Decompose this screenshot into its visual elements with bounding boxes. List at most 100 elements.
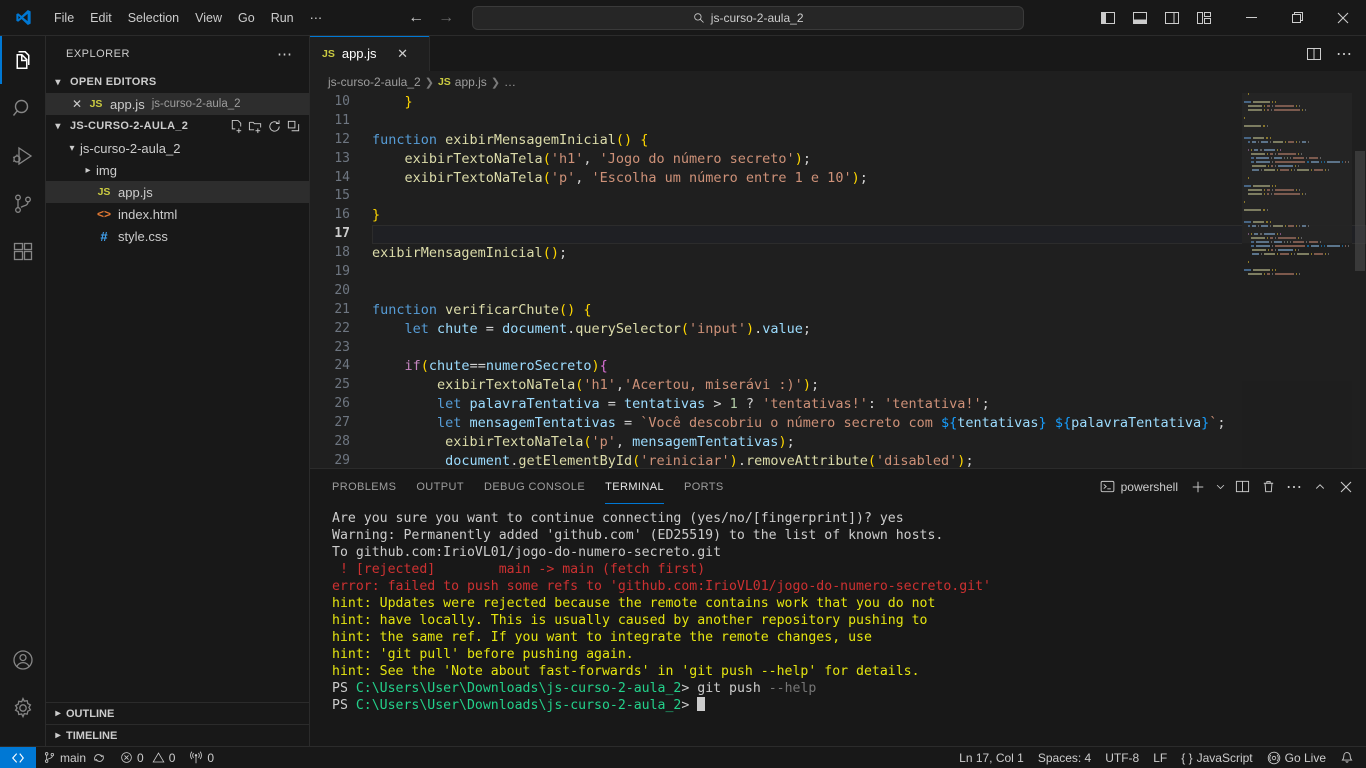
new-file-icon[interactable] — [229, 119, 244, 134]
command-center[interactable]: js-curso-2-aula_2 — [472, 5, 1025, 30]
terminal-instance[interactable]: powershell — [1100, 479, 1184, 494]
breadcrumb-folder[interactable]: js-curso-2-aula_2 — [328, 75, 421, 89]
menu-edit[interactable]: Edit — [82, 8, 120, 28]
status-notifications[interactable] — [1333, 747, 1366, 768]
code-line[interactable]: function exibirMensagemInicial() { — [372, 131, 1366, 150]
tab-problems[interactable]: PROBLEMS — [322, 469, 406, 504]
code-line[interactable]: exibirTextoNaTela('h1', 'Jogo do número … — [372, 150, 1366, 169]
code-line[interactable] — [372, 225, 1366, 245]
tab-ports[interactable]: PORTS — [674, 469, 734, 504]
toggle-primary-sidebar-icon[interactable] — [1094, 4, 1122, 32]
remote-window-icon[interactable] — [0, 746, 36, 768]
code-line[interactable]: document.getElementById('reiniciar').rem… — [372, 452, 1366, 468]
status-indentation[interactable]: Spaces: 4 — [1031, 747, 1098, 768]
open-editor-path: js-curso-2-aula_2 — [151, 98, 241, 110]
minimize-button[interactable] — [1228, 0, 1274, 36]
code-line[interactable]: let mensagemTentativas = `Você descobriu… — [372, 414, 1366, 433]
collapse-folders-icon[interactable] — [286, 119, 301, 134]
menu-view[interactable]: View — [187, 8, 230, 28]
menu-more[interactable]: ⋯ — [302, 7, 331, 28]
menu-file[interactable]: File — [46, 8, 82, 28]
line-number: 21 — [334, 301, 350, 317]
status-language-mode[interactable]: { } JavaScript — [1174, 747, 1259, 768]
status-cursor-position[interactable]: Ln 17, Col 1 — [952, 747, 1031, 768]
code-line[interactable]: } — [372, 206, 1366, 225]
new-terminal-icon[interactable] — [1186, 475, 1210, 499]
status-problems[interactable]: 0 0 — [113, 747, 182, 768]
activity-explorer-icon[interactable] — [0, 36, 46, 84]
breadcrumb-symbol[interactable]: … — [504, 75, 516, 89]
forward-arrow-icon[interactable]: → — [438, 9, 454, 26]
code-line[interactable] — [372, 282, 1366, 301]
menu-selection[interactable]: Selection — [120, 8, 187, 28]
refresh-explorer-icon[interactable] — [267, 119, 282, 134]
editor-scrollbar-thumb[interactable] — [1355, 151, 1365, 271]
activity-search-icon[interactable] — [0, 84, 46, 132]
code-line[interactable]: } — [372, 93, 1366, 112]
code-line[interactable] — [372, 187, 1366, 206]
tab-terminal[interactable]: TERMINAL — [595, 469, 674, 504]
tab-close-icon[interactable]: ✕ — [394, 46, 412, 62]
status-eol[interactable]: LF — [1146, 747, 1174, 768]
kill-terminal-icon[interactable] — [1256, 475, 1280, 499]
code-line[interactable]: exibirTextoNaTela('p', mensagemTentativa… — [372, 433, 1366, 452]
section-outline[interactable]: ▸ OUTLINE — [46, 702, 309, 724]
section-open-editors[interactable]: ▾ OPEN EDITORS — [46, 71, 309, 93]
tab-app-js[interactable]: JS app.js ✕ — [310, 36, 430, 71]
code-line[interactable] — [372, 263, 1366, 282]
tab-output[interactable]: OUTPUT — [406, 469, 474, 504]
breadcrumb-file[interactable]: app.js — [455, 75, 487, 89]
close-icon[interactable]: ✕ — [68, 97, 86, 111]
activity-manage-settings-icon[interactable] — [0, 684, 46, 732]
new-folder-icon[interactable] — [248, 119, 263, 134]
code-line[interactable]: let chute = document.querySelector('inpu… — [372, 320, 1366, 339]
section-workspace[interactable]: ▾ JS-CURSO-2-AULA_2 — [46, 115, 309, 137]
menu-run[interactable]: Run — [263, 8, 302, 28]
code-line[interactable]: function verificarChute() { — [372, 301, 1366, 320]
tree-folder-img[interactable]: ▸ img — [46, 159, 309, 181]
tree-file-style-css[interactable]: # style.css — [46, 225, 309, 247]
tree-folder-root[interactable]: ▾ js-curso-2-aula_2 — [46, 137, 309, 159]
activity-accounts-icon[interactable] — [0, 636, 46, 684]
toggle-secondary-sidebar-icon[interactable] — [1158, 4, 1186, 32]
code-line[interactable]: exibirTextoNaTela('h1','Acertou, miseráv… — [372, 376, 1366, 395]
back-arrow-icon[interactable]: ← — [408, 9, 424, 26]
sidebar-more-actions-icon[interactable]: ⋯ — [271, 45, 299, 63]
menu-go[interactable]: Go — [230, 8, 263, 28]
status-ports[interactable]: 0 — [182, 747, 221, 768]
code-line[interactable]: exibirMensagemInicial(); — [372, 244, 1366, 263]
activity-extensions-icon[interactable] — [0, 228, 46, 276]
code-line[interactable] — [372, 339, 1366, 358]
editor-more-actions-icon[interactable]: ⋯ — [1330, 36, 1358, 71]
open-editor-item-app-js[interactable]: ✕ JS app.js js-curso-2-aula_2 — [46, 93, 309, 115]
code-line[interactable]: exibirTextoNaTela('p', 'Escolha um númer… — [372, 169, 1366, 188]
code-content[interactable]: } function exibirMensagemInicial() { exi… — [372, 93, 1366, 468]
tree-file-index-html[interactable]: <> index.html — [46, 203, 309, 225]
close-button[interactable] — [1320, 0, 1366, 36]
status-go-live[interactable]: Go Live — [1260, 747, 1333, 768]
status-branch[interactable]: main — [36, 747, 113, 768]
split-terminal-icon[interactable] — [1230, 475, 1254, 499]
maximize-panel-icon[interactable] — [1308, 475, 1332, 499]
terminal-output[interactable]: Are you sure you want to continue connec… — [310, 504, 1366, 746]
customize-layout-icon[interactable] — [1190, 4, 1218, 32]
code-line[interactable]: let palavraTentativa = tentativas > 1 ? … — [372, 395, 1366, 414]
panel-more-actions-icon[interactable]: ⋯ — [1282, 475, 1306, 499]
tree-file-app-js[interactable]: JS app.js — [46, 181, 309, 203]
toggle-panel-icon[interactable] — [1126, 4, 1154, 32]
activity-run-debug-icon[interactable] — [0, 132, 46, 180]
code-token: } — [372, 207, 381, 224]
sync-icon[interactable] — [92, 751, 106, 765]
code-editor[interactable]: 10 11 12 13 14 15 16 17 18 19 20 21 22 23 24 25 26 27 28 29… — [310, 93, 1366, 468]
code-line[interactable]: if(chute==numeroSecreto){ — [372, 357, 1366, 376]
status-encoding[interactable]: UTF-8 — [1098, 747, 1146, 768]
tab-debug-console[interactable]: DEBUG CONSOLE — [474, 469, 595, 504]
split-editor-icon[interactable] — [1300, 36, 1328, 71]
close-panel-icon[interactable] — [1334, 475, 1358, 499]
terminal-dropdown-icon[interactable] — [1212, 475, 1228, 499]
activity-source-control-icon[interactable] — [0, 180, 46, 228]
section-timeline[interactable]: ▸ TIMELINE — [46, 724, 309, 746]
maximize-button[interactable] — [1274, 0, 1320, 36]
editor-scrollbar[interactable] — [1352, 93, 1366, 468]
code-line[interactable] — [372, 112, 1366, 131]
